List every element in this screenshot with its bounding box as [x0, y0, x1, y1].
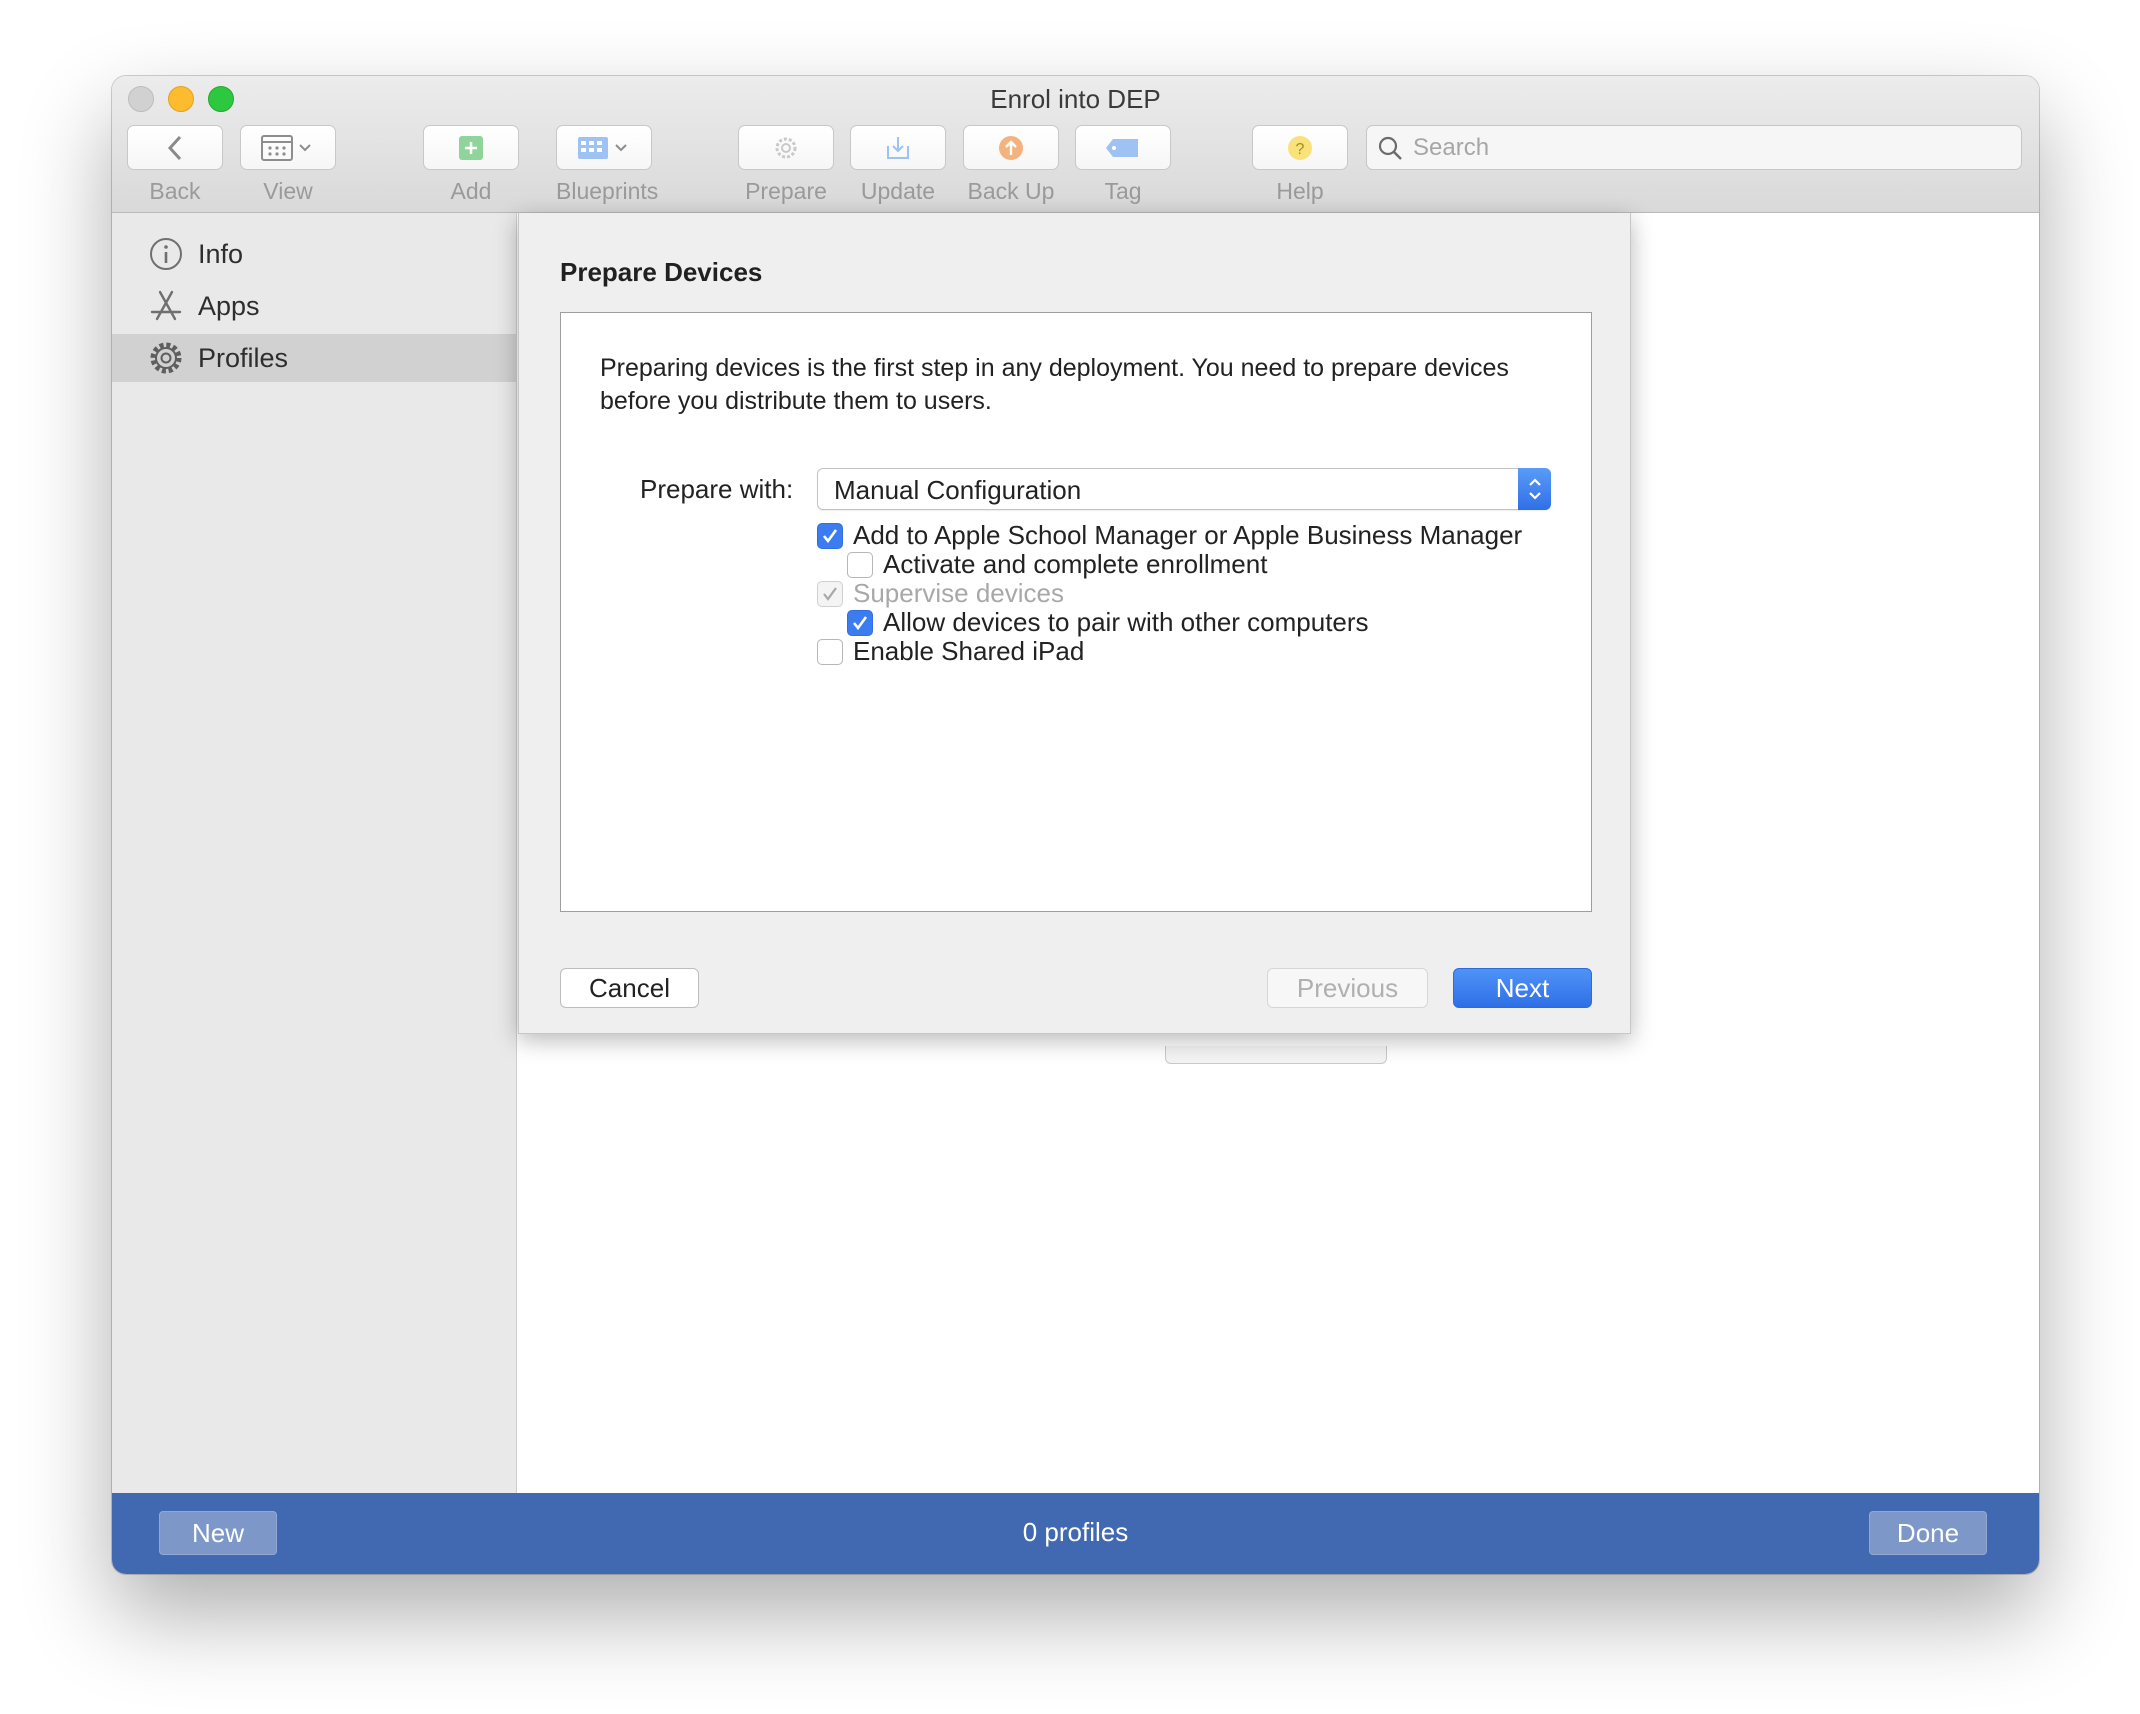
view-label: View — [263, 178, 313, 204]
toolbar: Enrol into DEP Back View Add Blueprints … — [112, 76, 2039, 213]
updown-chevron-icon — [1518, 468, 1551, 510]
option-supervise-devices: Supervise devices — [817, 578, 1064, 609]
tag-label: Tag — [1104, 178, 1142, 204]
checkmark-icon — [823, 586, 837, 601]
update-toolbar-item[interactable]: Update — [850, 125, 946, 205]
cancel-button[interactable]: Cancel — [560, 968, 699, 1008]
update-label: Update — [860, 178, 936, 204]
backup-toolbar-item[interactable]: Back Up — [963, 125, 1059, 205]
option-allow-pairing[interactable]: Allow devices to pair with other compute… — [847, 607, 1369, 638]
help-icon: ? — [1288, 135, 1312, 160]
blueprint-grid-icon — [578, 136, 627, 159]
sidebar-item-info[interactable]: Info — [112, 230, 517, 278]
help-label: Help — [1276, 178, 1324, 204]
view-toolbar-item[interactable]: View — [240, 125, 336, 205]
grid-view-icon — [261, 134, 311, 161]
blueprints-label: Blueprints — [556, 178, 659, 204]
backup-button[interactable] — [963, 125, 1059, 170]
prepare-with-label: Prepare with: — [640, 474, 794, 504]
checkbox-label: Activate and complete enrollment — [883, 549, 1268, 579]
checkbox-label: Enable Shared iPad — [853, 636, 1085, 666]
info-icon — [146, 234, 186, 274]
help-button[interactable]: ? — [1252, 125, 1348, 170]
done-button[interactable]: Done — [1869, 1511, 1987, 1555]
option-shared-ipad[interactable]: Enable Shared iPad — [817, 636, 1084, 667]
back-button[interactable] — [127, 125, 223, 170]
background-button-edge — [1165, 1046, 1387, 1064]
next-button[interactable]: Next — [1453, 968, 1592, 1008]
backup-label: Back Up — [967, 178, 1055, 204]
checkmark-icon — [822, 528, 838, 543]
search-input[interactable] — [1413, 133, 1973, 162]
checkbox-supervise-devices — [817, 580, 843, 607]
checkbox-label: Allow devices to pair with other compute… — [883, 607, 1369, 637]
checkmark-icon — [852, 615, 868, 630]
add-toolbar-item[interactable]: Add — [423, 125, 519, 205]
app-window: Enrol into DEP Back View Add Blueprints … — [112, 76, 2039, 1574]
checkbox-label: Add to Apple School Manager or Apple Bus… — [853, 520, 1523, 550]
blueprints-toolbar-item[interactable]: Blueprints — [556, 125, 659, 205]
back-toolbar-item[interactable]: Back — [127, 125, 223, 205]
svg-text:?: ? — [1296, 141, 1305, 158]
checkbox-label: Supervise devices — [853, 578, 1064, 608]
tag-icon — [1106, 138, 1138, 157]
checkbox-shared-ipad[interactable] — [817, 638, 843, 665]
prepare-with-select[interactable]: Manual Configuration — [817, 468, 1551, 510]
option-add-to-manager[interactable]: Add to Apple School Manager or Apple Bus… — [817, 520, 1522, 551]
add-icon — [459, 135, 483, 160]
gear-icon — [146, 338, 186, 378]
view-button[interactable] — [240, 125, 336, 170]
prepare-label: Prepare — [745, 178, 827, 204]
window-title: Enrol into DEP — [990, 84, 1161, 114]
gear-icon — [775, 137, 797, 158]
backup-arrow-icon — [999, 135, 1023, 160]
prepare-with-value: Manual Configuration — [834, 475, 1082, 505]
description-text: Preparing devices is the first step in a… — [600, 354, 1509, 415]
help-toolbar-item[interactable]: ? Help — [1252, 125, 1348, 205]
sidebar-item-label: Info — [198, 238, 244, 269]
tag-button[interactable] — [1075, 125, 1171, 170]
checkbox-allow-pairing[interactable] — [847, 609, 873, 636]
previous-button: Previous — [1267, 968, 1428, 1008]
add-button[interactable] — [423, 125, 519, 170]
sheet-title: Prepare Devices — [560, 257, 763, 287]
prepare-button[interactable] — [738, 125, 834, 170]
add-label: Add — [450, 178, 492, 204]
prepare-devices-sheet: Prepare Devices Preparing devices is the… — [518, 213, 1631, 1034]
search-icon — [1378, 136, 1402, 160]
checkbox-add-to-manager[interactable] — [817, 522, 843, 549]
profile-count: 0 profiles — [1022, 1517, 1129, 1547]
search-field[interactable] — [1366, 125, 2022, 170]
download-tray-icon — [887, 136, 909, 159]
checkbox-activate-enrollment[interactable] — [847, 551, 873, 578]
option-activate-enrollment[interactable]: Activate and complete enrollment — [847, 549, 1267, 580]
sidebar-item-apps[interactable]: Apps — [112, 282, 517, 330]
options-panel: Preparing devices is the first step in a… — [560, 312, 1592, 912]
chevron-left-icon — [167, 135, 182, 160]
sidebar-item-profiles[interactable]: Profiles — [112, 334, 517, 382]
prepare-toolbar-item[interactable]: Prepare — [738, 125, 834, 205]
sidebar: Info Apps Profiles — [112, 213, 517, 1493]
sidebar-item-label: Profiles — [198, 342, 289, 373]
app-store-icon — [146, 286, 186, 326]
update-button[interactable] — [850, 125, 946, 170]
blueprints-button[interactable] — [556, 125, 652, 170]
sidebar-item-label: Apps — [198, 290, 260, 321]
bottom-bar: New 0 profiles Done — [112, 1493, 2039, 1574]
tag-toolbar-item[interactable]: Tag — [1075, 125, 1171, 205]
back-label: Back — [149, 178, 201, 204]
